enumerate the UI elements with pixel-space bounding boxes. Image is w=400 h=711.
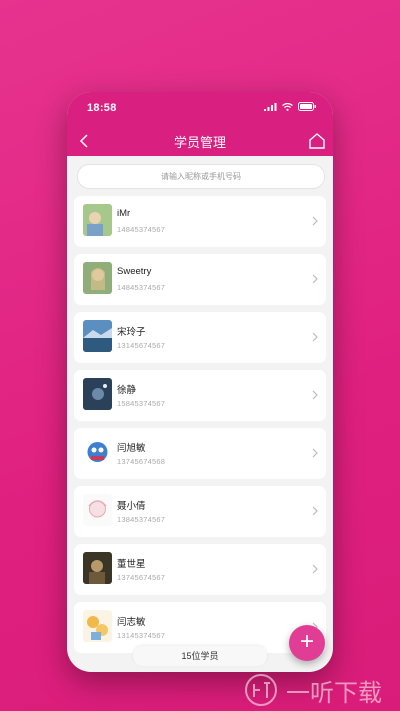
student-row[interactable]: 闫旭敏 13745674568 (74, 428, 326, 479)
chevron-right-icon (312, 390, 318, 400)
watermark: 一听下载 (244, 672, 382, 708)
avatar (83, 436, 112, 468)
status-icons (264, 102, 317, 111)
student-name: 聂小倩 (117, 501, 146, 512)
nav-bar: 学员管理 (67, 126, 333, 156)
avatar (83, 552, 112, 584)
student-row[interactable]: 徐静 15845374567 (74, 370, 326, 421)
student-phone: 13145374567 (117, 631, 166, 640)
student-phone: 14845374567 (117, 283, 166, 292)
student-list: iMr 14845374567 Sweetry 14845374567 宋玲子 … (74, 196, 326, 660)
chevron-right-icon (312, 506, 318, 516)
student-row[interactable]: 董世星 13745674567 (74, 544, 326, 595)
student-row[interactable]: 聂小倩 13845374567 (74, 486, 326, 537)
watermark-text: 一听下载 (286, 679, 382, 707)
wifi-icon (282, 102, 293, 111)
search-input[interactable]: 请输入昵称或手机号码 (77, 164, 325, 189)
student-phone: 15845374567 (117, 399, 166, 408)
chevron-right-icon (312, 274, 318, 284)
avatar (83, 610, 112, 642)
student-phone: 13745674568 (117, 457, 166, 466)
student-name: Sweetry (117, 266, 152, 277)
student-name: 闫志敏 (117, 617, 146, 628)
chevron-right-icon (312, 216, 318, 226)
student-phone: 14845374567 (117, 225, 166, 234)
avatar (83, 320, 112, 352)
student-row[interactable]: Sweetry 14845374567 (74, 254, 326, 305)
chevron-right-icon (312, 564, 318, 574)
student-name: 闫旭敏 (117, 443, 146, 454)
avatar (83, 262, 112, 294)
avatar (83, 494, 112, 526)
student-row[interactable]: iMr 14845374567 (74, 196, 326, 247)
student-phone: 13145674567 (117, 341, 166, 350)
student-row[interactable]: 宋玲子 13145674567 (74, 312, 326, 363)
student-name: iMr (117, 208, 131, 219)
signal-icon (264, 102, 277, 111)
watermark-logo-icon (245, 674, 277, 706)
battery-icon (298, 102, 316, 111)
home-icon[interactable] (307, 131, 327, 151)
student-name: 宋玲子 (117, 327, 146, 338)
student-name: 徐静 (117, 385, 137, 396)
status-bar: 18:58 (67, 92, 333, 126)
chevron-right-icon (312, 332, 318, 342)
page-title: 学员管理 (173, 135, 226, 150)
phone-screen: 18:58 学员管理 请输入昵称或手机号码 iMr 14845374567 Sw… (67, 92, 333, 672)
student-phone: 13745674567 (117, 573, 166, 582)
status-time: 18:58 (87, 102, 117, 114)
avatar (83, 204, 112, 236)
student-name: 董世星 (117, 559, 146, 570)
add-student-button[interactable]: + (289, 625, 325, 661)
student-phone: 13845374567 (117, 515, 166, 524)
chevron-right-icon (312, 448, 318, 458)
avatar (83, 378, 112, 410)
student-count: 15位学员 (133, 646, 267, 666)
